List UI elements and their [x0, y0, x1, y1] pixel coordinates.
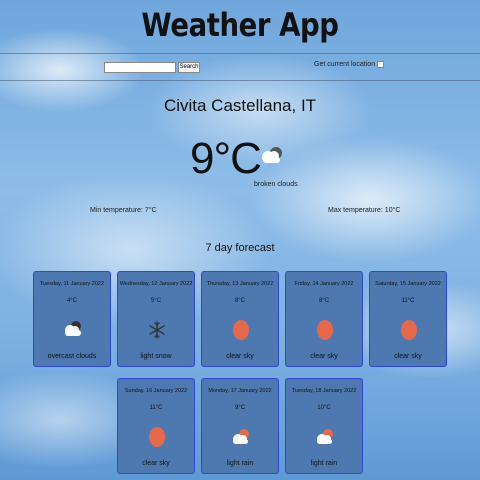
forecast-temperature: 8°C — [318, 298, 330, 304]
light-rain-icon — [313, 426, 337, 448]
broken-clouds-icon — [262, 147, 282, 163]
snowflake-icon — [145, 319, 169, 341]
forecast-temperature: 10°C — [317, 405, 331, 411]
forecast-card: Tuesday, 11 January 2022 4°C overcast clou… — [33, 271, 111, 367]
forecast-card: Saturday, 15 January 2022 11°C clear sky — [369, 271, 447, 367]
current-location-control[interactable]: Get current location — [314, 61, 385, 68]
app-title: Weather App — [141, 6, 339, 44]
sun-icon — [145, 426, 169, 448]
forecast-title: 7 day forecast — [205, 242, 275, 254]
forecast-card: Friday, 14 January 2022 8°C clear sky — [285, 271, 363, 367]
search-input[interactable] — [104, 62, 176, 73]
city-name: Civita Castellana, IT — [163, 96, 317, 115]
forecast-day: Saturday, 15 January 2022 — [375, 281, 441, 287]
current-location-label: Get current location — [314, 61, 376, 68]
current-condition: broken clouds — [254, 181, 298, 188]
sun-icon — [229, 319, 253, 341]
forecast-card: Thursday, 13 January 2022 8°C clear sky — [201, 271, 279, 367]
forecast-day: Friday, 14 January 2022 — [294, 281, 354, 287]
sun-icon — [313, 319, 337, 341]
forecast-temperature: 11°C — [401, 298, 415, 304]
forecast-card: Sunday, 16 January 2022 11°C clear sky — [117, 378, 195, 474]
forecast-description: clear sky — [226, 353, 254, 360]
forecast-temperature: 9°C — [234, 405, 246, 411]
forecast-description: light snow — [140, 353, 172, 360]
forecast-card: Tuesday, 18 January 2022 10°C light rain — [285, 378, 363, 474]
sun-icon — [397, 319, 421, 341]
forecast-description: light rain — [226, 460, 254, 467]
forecast-description: clear sky — [394, 353, 422, 360]
forecast-day: Sunday, 16 January 2022 — [124, 388, 188, 394]
search-button[interactable]: Search — [178, 62, 200, 73]
forecast-day: Tuesday, 11 January 2022 — [39, 281, 105, 287]
light-rain-icon — [229, 426, 253, 448]
forecast-day: Tuesday, 18 January 2022 — [291, 388, 357, 394]
forecast-temperature: 4°C — [66, 298, 78, 304]
search-toolbar: Search Get current location — [0, 53, 480, 81]
forecast-description: overcast clouds — [47, 353, 97, 360]
forecast-day: Wednesday, 12 January 2022 — [119, 281, 193, 287]
forecast-temperature: 5°C — [150, 298, 162, 304]
forecast-description: clear sky — [142, 460, 170, 467]
overcast-clouds-icon — [61, 319, 85, 341]
forecast-temperature: 8°C — [234, 298, 246, 304]
max-temperature: Max temperature: 10°C — [328, 207, 401, 214]
forecast-card: Wednesday, 12 January 2022 5°C light snow — [117, 271, 195, 367]
forecast-card: Monday, 17 January 2022 9°C light rain — [201, 378, 279, 474]
forecast-description: clear sky — [310, 353, 338, 360]
forecast-temperature: 11°C — [149, 405, 163, 411]
forecast-description: light rain — [310, 460, 338, 467]
current-temperature: 9°C — [190, 134, 262, 183]
forecast-day: Thursday, 13 January 2022 — [206, 281, 274, 287]
forecast-day: Monday, 17 January 2022 — [208, 388, 272, 394]
min-temperature: Min temperature: 7°C — [90, 207, 157, 214]
current-location-checkbox[interactable] — [377, 61, 385, 68]
